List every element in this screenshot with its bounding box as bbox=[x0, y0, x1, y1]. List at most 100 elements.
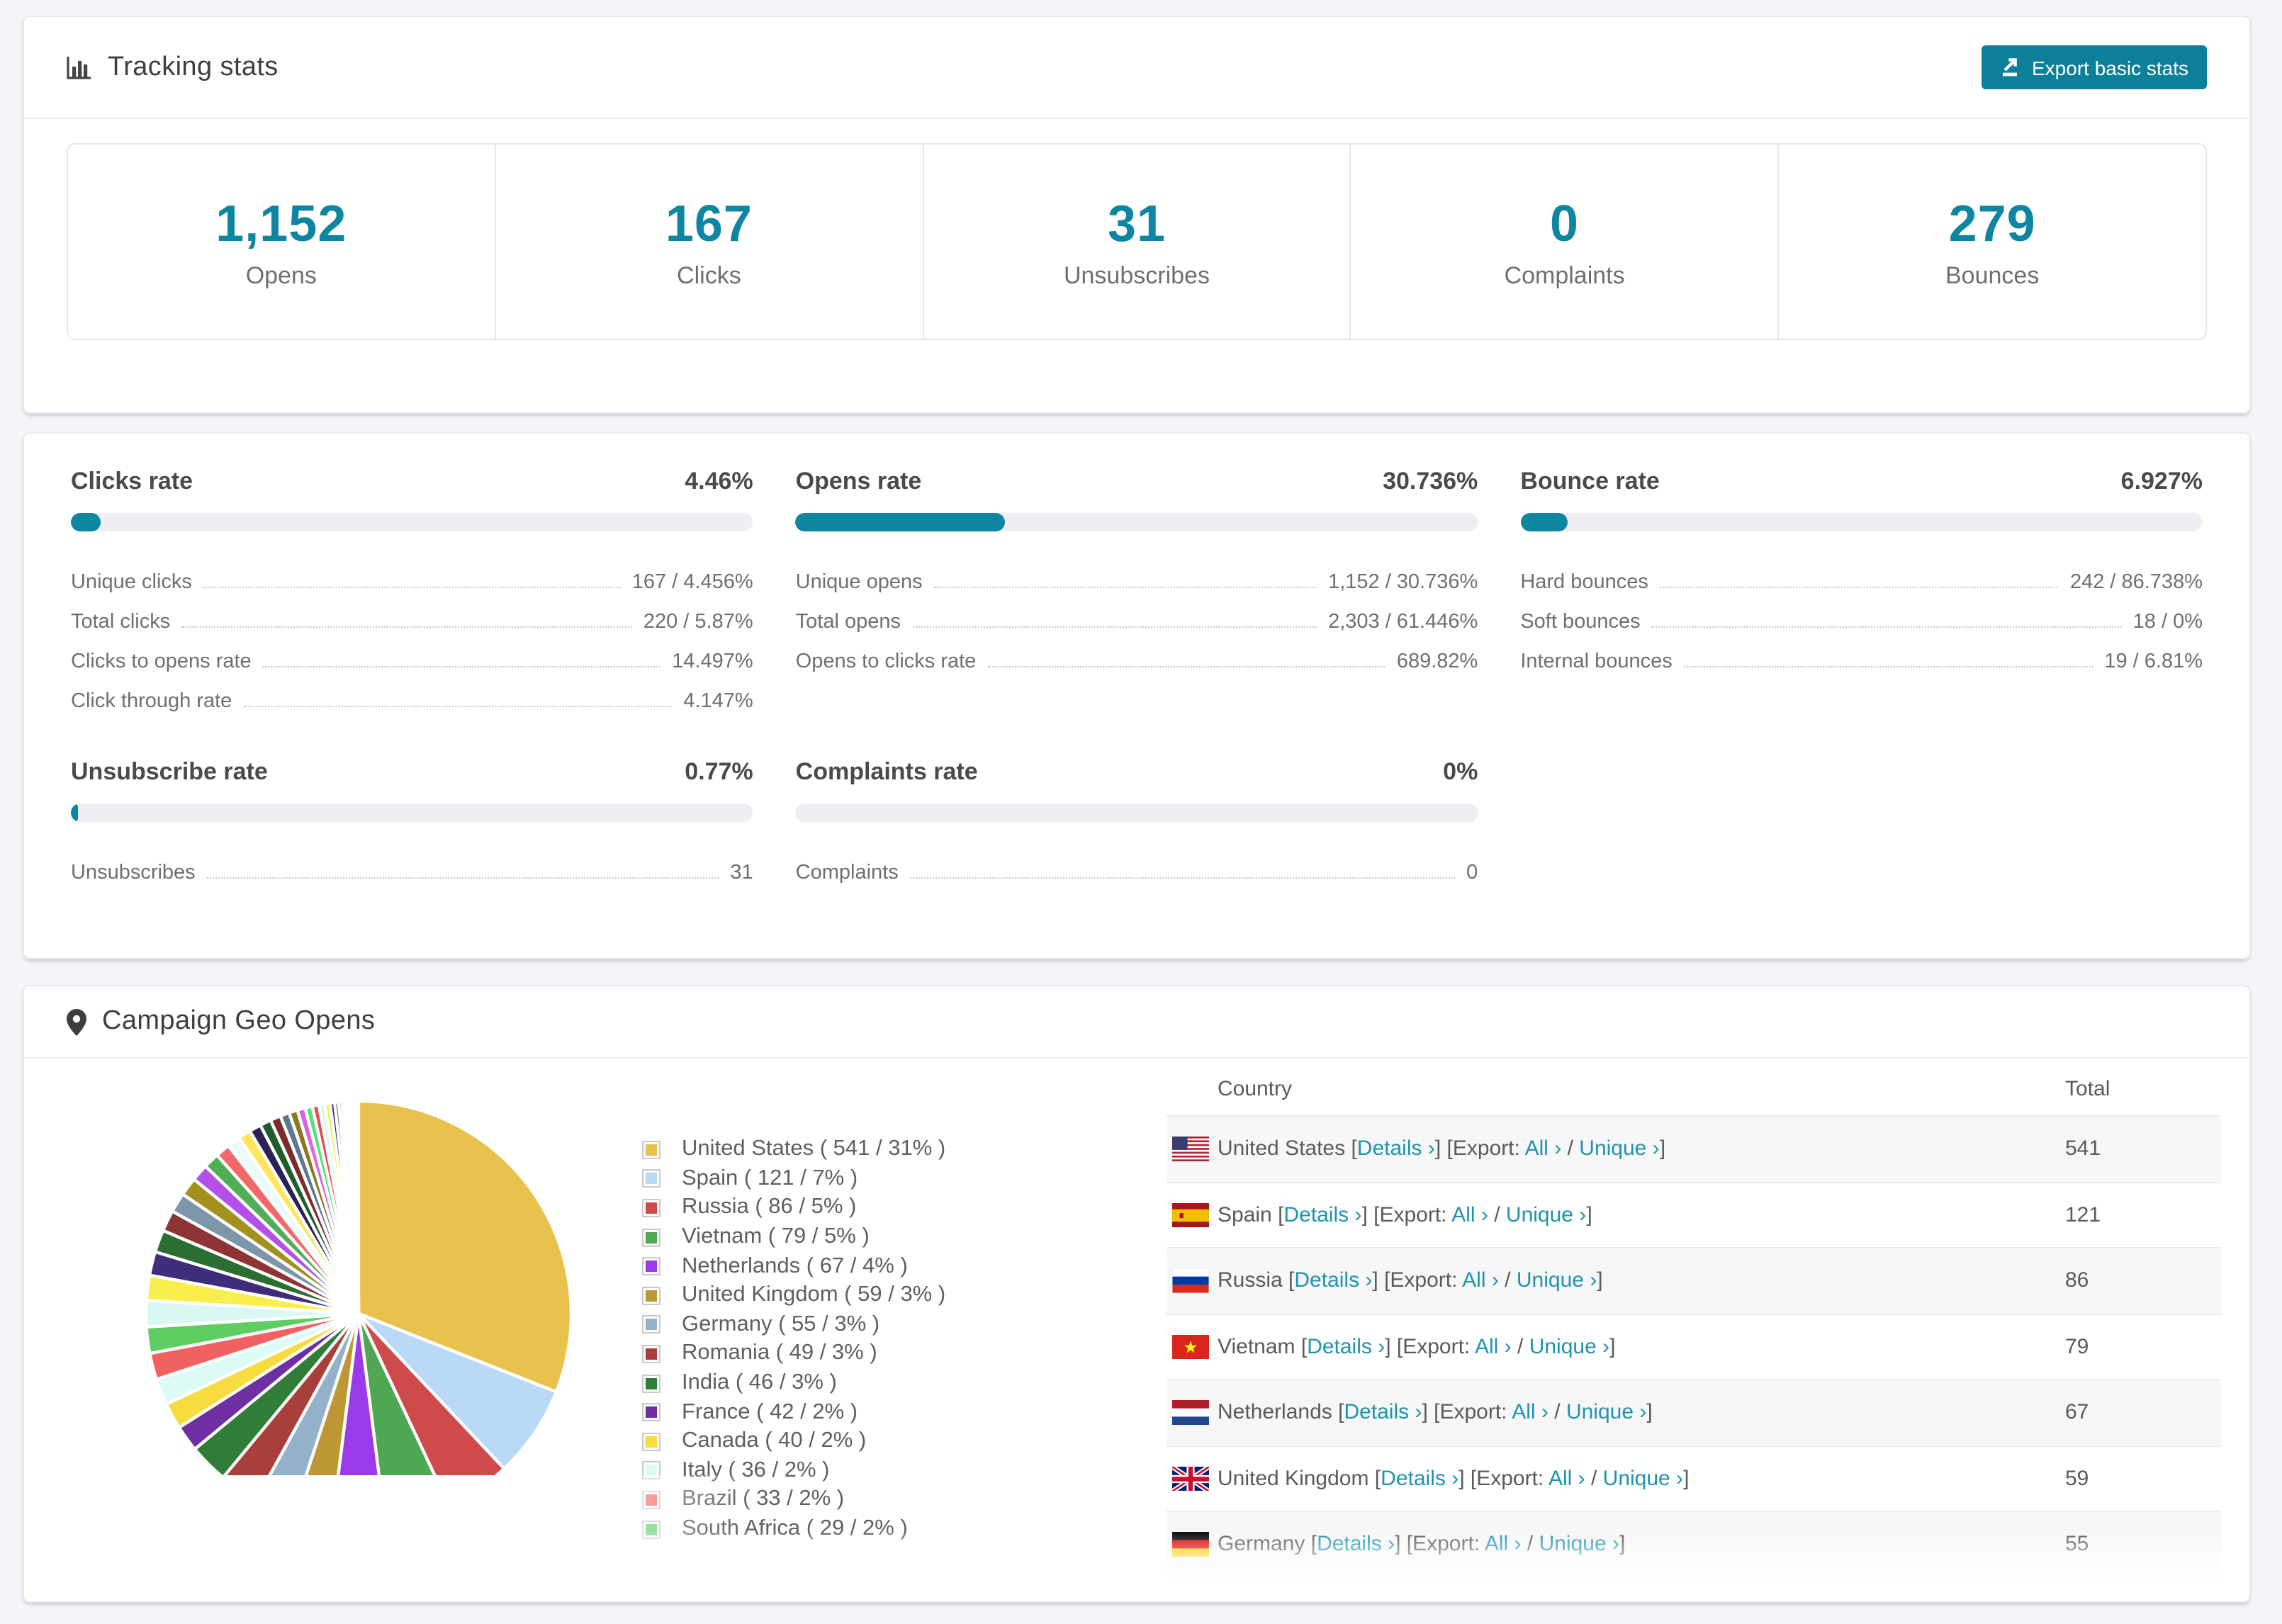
country-cell: Russia [Details ›] [Export: All › / Uniq… bbox=[1218, 1268, 1603, 1293]
legend-swatch bbox=[642, 1461, 661, 1480]
rate-title: Bounce rate bbox=[1520, 468, 1660, 495]
rate-panel-header: Bounce rate 6.927% bbox=[1520, 468, 2203, 496]
rate-title: Complaints rate bbox=[795, 758, 978, 785]
stat-row: Unsubscribes 31 bbox=[71, 845, 753, 884]
legend-item: India ( 46 / 3% ) bbox=[642, 1369, 945, 1398]
stat-row-label: Internal bounces bbox=[1520, 650, 1673, 673]
legend-item: France ( 42 / 2% ) bbox=[642, 1398, 945, 1427]
legend-item: Germany ( 55 / 3% ) bbox=[642, 1310, 945, 1339]
dotted-leader bbox=[181, 626, 632, 628]
stat-row-label: Total opens bbox=[795, 611, 901, 633]
stat-row-value: 18 / 0% bbox=[2132, 611, 2203, 633]
stat-row: Complaints 0 bbox=[796, 845, 1478, 884]
stat-row-label: Click through rate bbox=[71, 690, 232, 713]
details-link[interactable]: Details › bbox=[1283, 1203, 1361, 1227]
export-unique-link[interactable]: Unique › bbox=[1517, 1269, 1597, 1293]
stat-row-label: Unsubscribes bbox=[71, 862, 196, 884]
map-marker-icon bbox=[67, 1008, 86, 1035]
legend-label: France ( 42 / 2% ) bbox=[682, 1399, 858, 1424]
legend-swatch bbox=[642, 1140, 661, 1159]
legend-label: Germany ( 55 / 3% ) bbox=[682, 1312, 880, 1336]
flag-vn-icon bbox=[1172, 1334, 1209, 1359]
legend-swatch bbox=[642, 1374, 661, 1393]
rate-title: Unsubscribe rate bbox=[71, 758, 268, 785]
stat-row-value: 4.147% bbox=[683, 690, 753, 713]
geo-table-row-de: Germany [Details ›] [Export: All › / Uni… bbox=[1167, 1512, 2221, 1578]
tracking-stats-card: Tracking stats Export basic stats 1,152 O… bbox=[23, 16, 2251, 414]
export-unique-link[interactable]: Unique › bbox=[1603, 1467, 1683, 1491]
rate-value: 0.77% bbox=[685, 758, 753, 785]
export-unique-link[interactable]: Unique › bbox=[1529, 1335, 1609, 1359]
legend-swatch bbox=[642, 1520, 661, 1539]
legend-item: Romania ( 49 / 3% ) bbox=[642, 1339, 945, 1368]
country-column-header: Country bbox=[1218, 1077, 1293, 1101]
progress-bar bbox=[795, 513, 1478, 531]
campaign-geo-opens-card: Campaign Geo Opens United States ( 541 /… bbox=[23, 985, 2251, 1603]
export-all-link[interactable]: All › bbox=[1475, 1335, 1512, 1359]
export-unique-link[interactable]: Unique › bbox=[1566, 1401, 1646, 1425]
details-link[interactable]: Details › bbox=[1381, 1467, 1458, 1491]
geo-header: Campaign Geo Opens bbox=[24, 986, 2249, 1057]
legend-item: South Africa ( 29 / 2% ) bbox=[642, 1514, 945, 1543]
total-cell: 59 bbox=[2065, 1466, 2089, 1491]
details-link[interactable]: Details › bbox=[1294, 1269, 1372, 1293]
progress-bar bbox=[1520, 513, 2203, 531]
progress-bar bbox=[795, 803, 1478, 822]
export-all-link[interactable]: All › bbox=[1512, 1401, 1548, 1425]
total-cell: 121 bbox=[2065, 1202, 2101, 1227]
rate-stat-rows: Unique clicks 167 / 4.456% Total clicks 220… bbox=[71, 554, 753, 713]
geo-pie-chart bbox=[139, 1094, 578, 1533]
stat-label: Bounces bbox=[1945, 261, 2040, 288]
legend-item: Russia ( 86 / 5% ) bbox=[642, 1193, 945, 1222]
pie-slice-52[interactable] bbox=[355, 1099, 361, 1316]
stat-row-label: Soft bounces bbox=[1520, 611, 1641, 633]
rate-panel-header: Unsubscribe rate 0.77% bbox=[71, 758, 753, 786]
export-all-link[interactable]: All › bbox=[1525, 1137, 1562, 1161]
stat-row: Unique opens 1,152 / 30.736% bbox=[796, 554, 1478, 594]
geo-table-row-gb: United Kingdom [Details ›] [Export: All … bbox=[1167, 1446, 2221, 1512]
legend-item: United States ( 541 / 31% ) bbox=[642, 1135, 945, 1164]
details-link[interactable]: Details › bbox=[1317, 1533, 1395, 1557]
stat-row: Total clicks 220 / 5.87% bbox=[71, 594, 753, 633]
legend-item: Brazil ( 33 / 2% ) bbox=[642, 1485, 945, 1514]
export-basic-stats-button[interactable]: Export basic stats bbox=[1981, 45, 2207, 89]
details-link[interactable]: Details › bbox=[1344, 1401, 1422, 1425]
legend-label: Netherlands ( 67 / 4% ) bbox=[682, 1253, 908, 1278]
stat-row-value: 242 / 86.738% bbox=[2069, 571, 2203, 594]
flag-es-icon bbox=[1172, 1202, 1209, 1227]
summary-stat-complaints: 0 Complaints bbox=[1351, 145, 1780, 339]
stat-row: Hard bounces 242 / 86.738% bbox=[1520, 554, 2203, 594]
legend-label: Canada ( 40 / 2% ) bbox=[682, 1428, 867, 1453]
dashboard-page: Tracking stats Export basic stats 1,152 O… bbox=[0, 0, 2282, 1624]
legend-label: Russia ( 86 / 5% ) bbox=[682, 1195, 857, 1219]
stat-row-label: Hard bounces bbox=[1520, 571, 1648, 594]
progress-bar bbox=[71, 803, 753, 822]
dotted-leader bbox=[912, 626, 1317, 628]
stat-row: Unique clicks 167 / 4.456% bbox=[71, 554, 753, 594]
stat-row-label: Opens to clicks rate bbox=[795, 650, 977, 673]
legend-swatch bbox=[642, 1432, 661, 1451]
stat-row-value: 220 / 5.87% bbox=[643, 611, 753, 633]
stat-value: 167 bbox=[665, 193, 753, 252]
stat-row-label: Clicks to opens rate bbox=[71, 650, 252, 673]
summary-stat-unsubscribes: 31 Unsubscribes bbox=[923, 145, 1351, 339]
rate-value: 0% bbox=[1443, 758, 1478, 785]
export-unique-link[interactable]: Unique › bbox=[1579, 1137, 1659, 1161]
stat-row: Click through rate 4.147% bbox=[71, 673, 753, 713]
dotted-leader bbox=[909, 877, 1456, 879]
rate-stat-rows: Unsubscribes 31 bbox=[71, 845, 753, 884]
export-all-link[interactable]: All › bbox=[1462, 1269, 1499, 1293]
export-all-link[interactable]: All › bbox=[1485, 1533, 1522, 1557]
export-all-link[interactable]: All › bbox=[1548, 1467, 1585, 1491]
legend-swatch bbox=[642, 1490, 661, 1509]
export-unique-link[interactable]: Unique › bbox=[1539, 1533, 1619, 1557]
header-divider bbox=[24, 118, 2249, 119]
stat-row-value: 167 / 4.456% bbox=[631, 571, 753, 594]
export-unique-link[interactable]: Unique › bbox=[1506, 1203, 1586, 1227]
country-cell: Netherlands [Details ›] [Export: All › /… bbox=[1218, 1400, 1653, 1425]
country-cell: Vietnam [Details ›] [Export: All › / Uni… bbox=[1218, 1334, 1616, 1359]
details-link[interactable]: Details › bbox=[1307, 1335, 1385, 1359]
total-cell: 55 bbox=[2065, 1532, 2089, 1557]
details-link[interactable]: Details › bbox=[1357, 1137, 1435, 1161]
export-all-link[interactable]: All › bbox=[1451, 1203, 1488, 1227]
